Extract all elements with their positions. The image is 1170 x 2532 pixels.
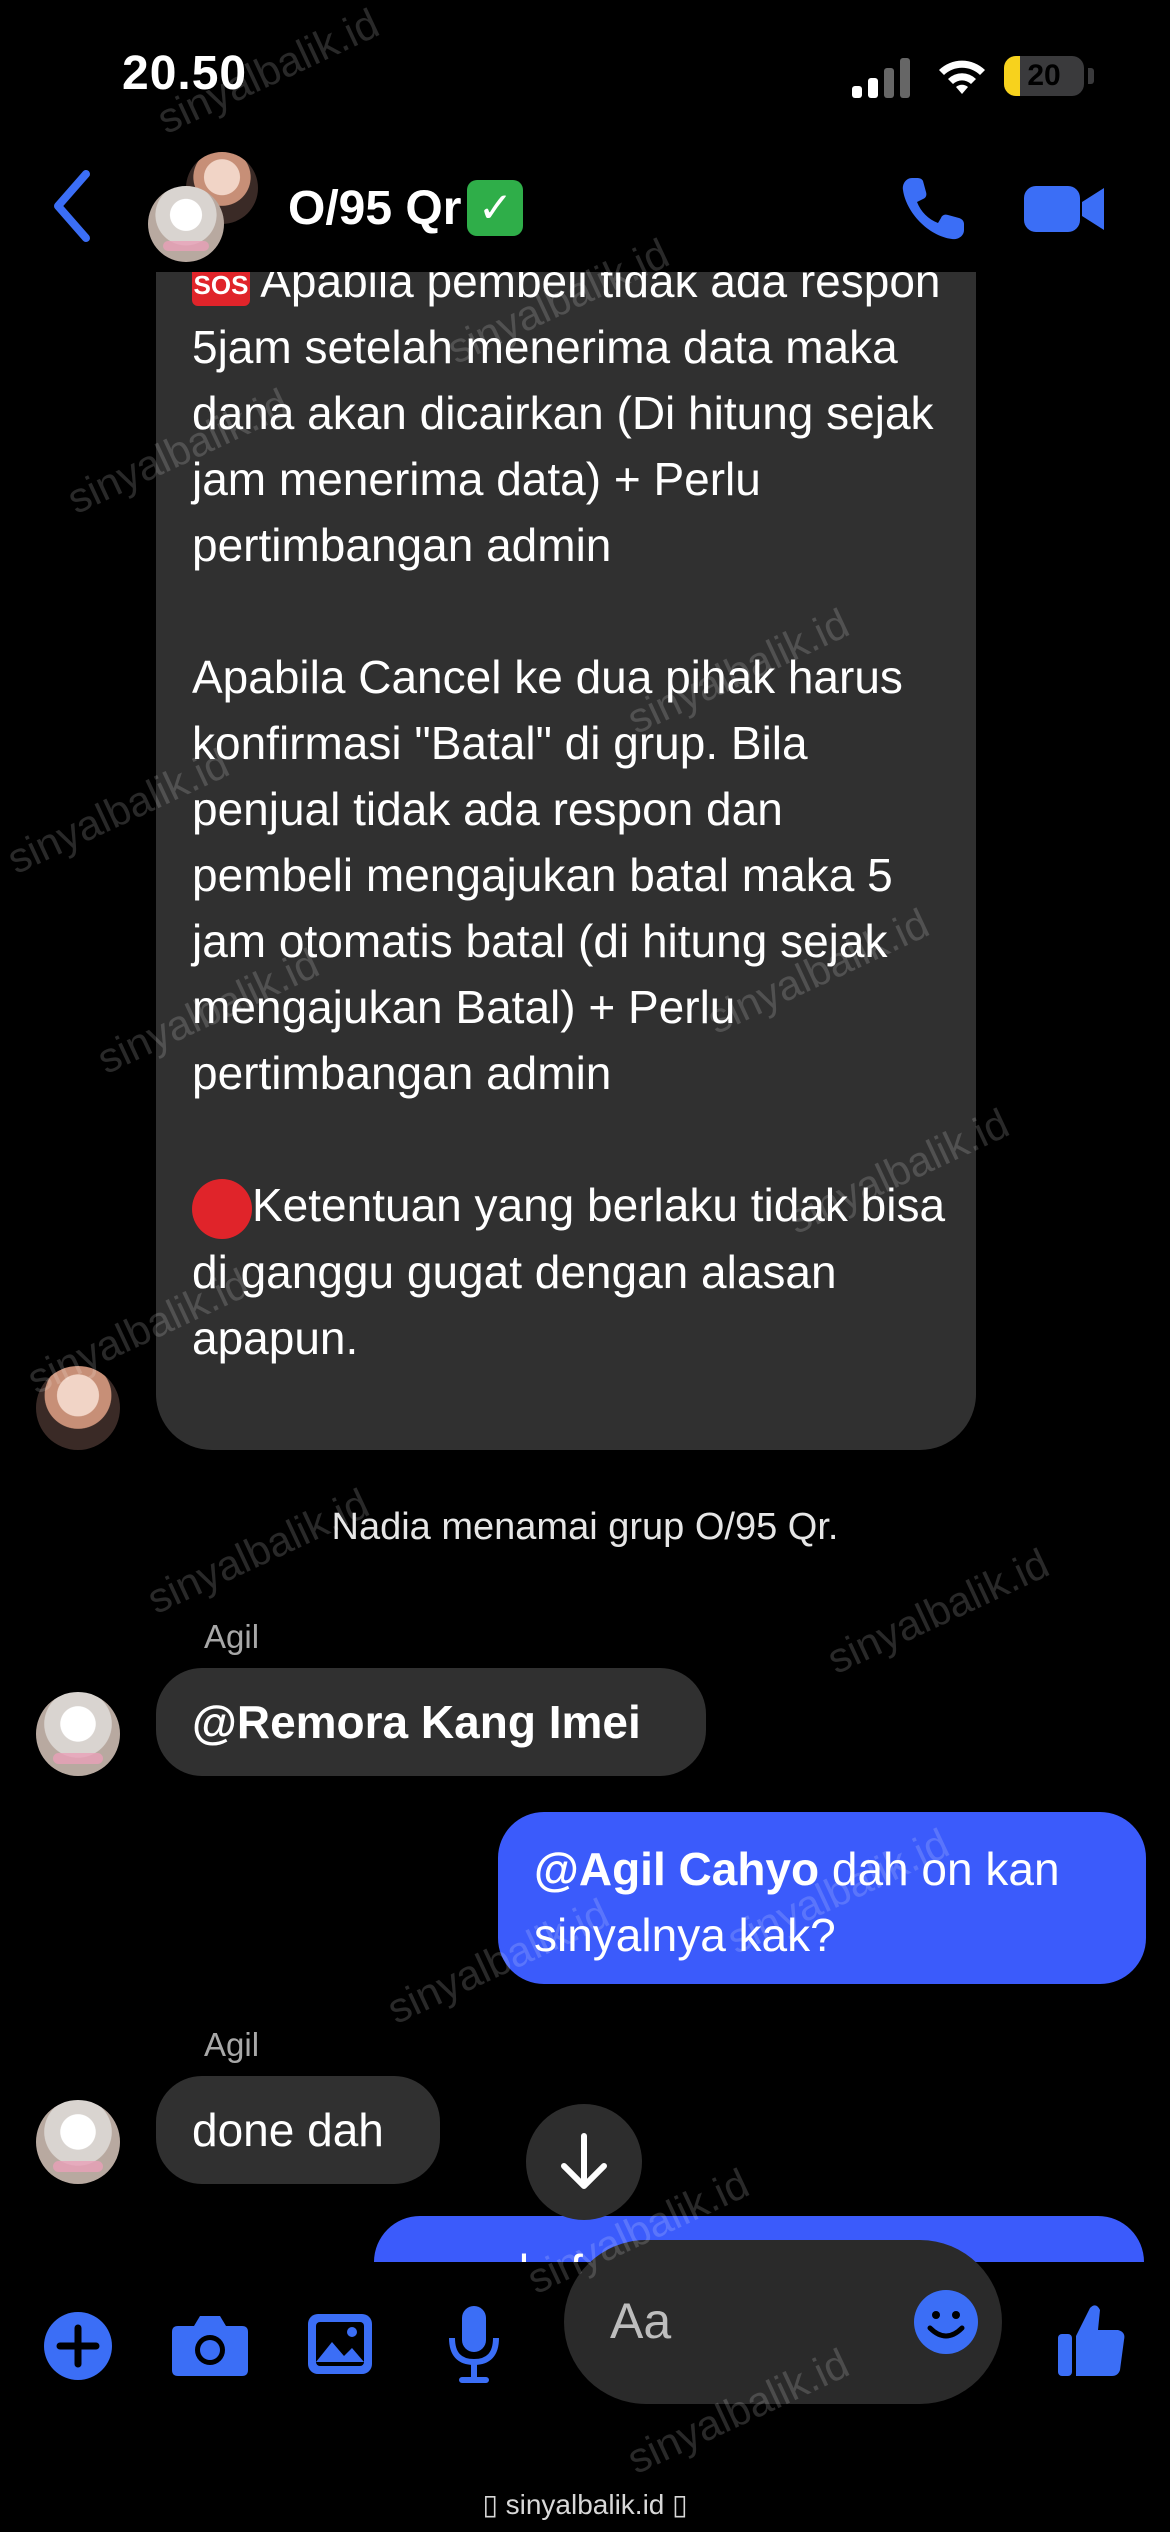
stop-sign-icon	[192, 1178, 252, 1239]
outgoing-message-bubble[interactable]: @Agil Cahyo dah on kan sinyalnya kak?	[498, 1812, 1146, 1984]
signal-icon	[852, 58, 914, 98]
incoming-message-bubble[interactable]: @Remora Kang Imei	[156, 1668, 706, 1776]
wifi-icon	[939, 60, 985, 94]
long-message-bubble[interactable]: SOS Apabila pembeli tidak ada respon 5ja…	[156, 214, 976, 1450]
group-avatar-bottom[interactable]	[148, 186, 224, 262]
add-icon[interactable]	[42, 2310, 114, 2382]
watermark: sinyalbalik.id	[820, 1539, 1056, 1683]
watermark-footer: ▯ sinyalbalik.id ▯	[482, 2489, 688, 2520]
message-text: done dah	[192, 2104, 384, 2156]
check-mark-icon: ✓	[467, 180, 524, 236]
long-message-body: Apabila pembeli tidak ada respon 5jam se…	[192, 255, 941, 1099]
status-bar: 20.50 20	[0, 0, 1170, 150]
long-message-text: SOS Apabila pembeli tidak ada respon 5ja…	[192, 248, 952, 1371]
incoming-message-bubble[interactable]: done dah	[156, 2076, 440, 2184]
group-title[interactable]: O/95 Qr ✓	[288, 180, 524, 236]
mention-text: @Agil Cahyo	[534, 1843, 820, 1895]
chat-header: O/95 Qr ✓	[0, 150, 1170, 272]
group-title-text: O/95 Qr	[288, 181, 462, 235]
battery-icon: 20	[1004, 56, 1084, 96]
watermark: sinyalbalik.id	[140, 1479, 376, 1623]
camera-icon[interactable]	[170, 2308, 250, 2380]
sender-name: Agil	[204, 2026, 260, 2063]
avatar-agil[interactable]	[36, 1692, 120, 1776]
message-input-placeholder: Aa	[610, 2293, 672, 2349]
system-notice: Nadia menamai grup O/95 Qr.	[331, 1506, 839, 1548]
message-text: @Remora Kang Imei	[192, 1696, 641, 1748]
status-time: 20.50	[122, 47, 248, 100]
gallery-icon[interactable]	[304, 2308, 376, 2380]
thumbs-up-icon[interactable]	[1056, 2300, 1128, 2380]
emoji-icon[interactable]	[912, 2288, 980, 2356]
phone-icon[interactable]	[896, 172, 970, 246]
rule-text: Ketentuan yang berlaku tidak bisa di gan…	[192, 1179, 958, 1364]
back-chevron-icon[interactable]	[48, 166, 98, 246]
message-input[interactable]: Aa	[564, 2240, 1002, 2404]
arrow-down-icon	[561, 2133, 607, 2189]
avatar-nadia[interactable]	[36, 1366, 120, 1450]
video-call-icon[interactable]	[1022, 178, 1106, 240]
sender-name: Agil	[204, 1618, 260, 1655]
battery-cap	[1088, 68, 1094, 84]
battery-level: 20	[1027, 59, 1061, 92]
scroll-to-bottom-button[interactable]	[526, 2104, 642, 2220]
microphone-icon[interactable]	[446, 2304, 502, 2384]
avatar-agil[interactable]	[36, 2100, 120, 2184]
